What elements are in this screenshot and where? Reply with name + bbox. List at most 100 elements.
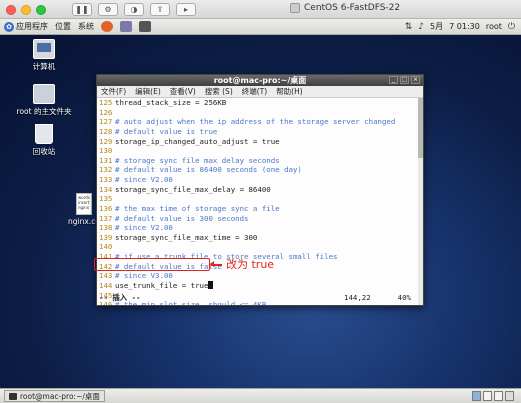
workspace-1[interactable] (472, 391, 481, 401)
config-comment: # default value is 300 seconds (115, 213, 249, 223)
line-number: 129 (99, 136, 113, 146)
config-comment: # default value is 86400 seconds (one da… (115, 165, 302, 175)
cursor-position: 144,22 (344, 293, 371, 302)
line-number: 138 (99, 223, 113, 233)
annotation-highlight-box (94, 258, 210, 271)
guest-top-panel: ✿ 应用程序 位置 系统 ⇅ ♪ 5月 7 01:30 root ⏻ (0, 19, 521, 35)
desktop-icon-computer[interactable]: 计算机 (14, 39, 74, 72)
terminal-line: 133 # since V2.00 (97, 175, 423, 185)
config-comment: # since V3.00 (115, 271, 173, 281)
computer-icon (33, 39, 55, 59)
vim-mode: -- 插入 -- (99, 293, 141, 302)
terminal-line: 144 use_trunk_file = true (97, 280, 423, 291)
line-number: 128 (99, 126, 113, 136)
pause-vm-icon[interactable]: ❚❚ (72, 3, 92, 16)
terminal-line: 143 # since V3.00 (97, 271, 423, 281)
config-comment: # storage sync file max delay seconds (115, 155, 280, 165)
firefox-launcher-icon[interactable] (101, 21, 113, 32)
close-window-button[interactable] (6, 5, 16, 15)
guest-taskbar: root@mac-pro:~/桌面 (0, 388, 521, 403)
file-percent: 40% (397, 293, 411, 302)
menu-terminal[interactable]: 终端(T) (242, 86, 267, 97)
arrow-icon[interactable]: ▸ (176, 3, 196, 16)
terminal-line: 126 (97, 108, 423, 118)
line-number: 140 (99, 242, 113, 252)
mail-launcher-icon[interactable] (120, 21, 132, 32)
share-icon[interactable]: ⇪ (150, 3, 170, 16)
config-text: storage_sync_file_max_time = 300 (115, 232, 258, 242)
menu-help[interactable]: 帮助(H) (276, 86, 303, 97)
terminal-line: 135 (97, 194, 423, 204)
terminal-line: 132 # default value is 86400 seconds (one… (97, 165, 423, 175)
terminal-line: 136 # the max time of storage sync a file (97, 204, 423, 214)
volume-icon[interactable]: ♪ (418, 22, 424, 32)
terminal-line: 131 # storage sync file max delay seconds (97, 156, 423, 166)
line-number: 130 (99, 146, 113, 156)
home-folder-icon (33, 84, 55, 104)
terminal-line: 134 storage_sync_file_max_delay = 86400 (97, 185, 423, 195)
applications-menu[interactable]: ✿ 应用程序 (4, 21, 48, 32)
menu-edit[interactable]: 编辑(E) (135, 86, 161, 97)
line-number: 134 (99, 184, 113, 194)
line-number: 133 (99, 175, 113, 184)
desktop-icon-home[interactable]: root 的主文件夹 (14, 84, 74, 117)
taskbar-terminal-item[interactable]: root@mac-pro:~/桌面 (4, 390, 105, 402)
terminal-line: 129 storage_ip_changed_auto_adjust = true (97, 137, 423, 147)
snapshot-icon[interactable]: ◑ (124, 3, 144, 16)
wrench-icon[interactable]: ⚙ (98, 3, 118, 16)
terminal-line: 125 thread_stack_size = 256KB (97, 98, 423, 108)
network-icon[interactable]: ⇅ (405, 22, 413, 32)
menu-view[interactable]: 查看(V) (170, 86, 196, 97)
config-text: use_trunk_file = true (115, 280, 209, 290)
terminal-icon (9, 392, 17, 400)
fullscreen-window-button[interactable] (36, 5, 46, 15)
line-number: 126 (99, 107, 113, 117)
workspace-3[interactable] (494, 391, 503, 401)
config-text: storage_sync_file_max_delay = 86400 (115, 184, 271, 194)
panel-clock[interactable]: 7 01:30 (449, 22, 480, 31)
line-number: 136 (99, 203, 113, 213)
menu-search[interactable]: 搜索 (S) (205, 86, 233, 97)
terminal-line: 130 (97, 146, 423, 156)
terminal-launcher-icon[interactable] (139, 21, 151, 32)
config-text: storage_ip_changed_auto_adjust = true (115, 136, 280, 146)
line-number: 139 (99, 232, 113, 242)
host-titlebar: ❚❚ ⚙ ◑ ⇪ ▸ CentOS 6-FastDFS-22 (0, 0, 521, 19)
panel-user[interactable]: root (486, 22, 502, 31)
terminal-menubar: 文件(F) 编辑(E) 查看(V) 搜索 (S) 终端(T) 帮助(H) (97, 86, 423, 98)
workspace-2[interactable] (483, 391, 492, 401)
minimize-window-button[interactable] (21, 5, 31, 15)
text-cursor (208, 280, 214, 289)
config-comment: # auto adjust when the ip address of the… (115, 117, 396, 127)
vim-status-line: -- 插入 -- 144,22 40% (99, 293, 419, 303)
places-menu[interactable]: 位置 (55, 21, 71, 32)
annotation-arrow (210, 261, 222, 267)
annotation-text: 改为 true (226, 258, 275, 271)
line-number: 131 (99, 155, 113, 165)
desktop-icon-trash[interactable]: 回收站 (14, 124, 74, 157)
terminal-scrollbar[interactable] (418, 98, 423, 305)
terminal-titlebar[interactable]: root@mac-pro:~/桌面 _ □ × (97, 75, 423, 86)
scrollbar-thumb[interactable] (418, 98, 423, 158)
terminal-content[interactable]: 125 thread_stack_size = 256KB 126 127 # auto… (97, 98, 423, 305)
line-number: 143 (99, 271, 113, 281)
trash-applet-icon[interactable] (505, 391, 514, 401)
menu-file[interactable]: 文件(F) (101, 86, 126, 97)
line-number: 125 (99, 98, 113, 107)
terminal-minimize-button[interactable]: _ (389, 76, 398, 84)
line-number: 132 (99, 165, 113, 175)
text-document-icon: words insert nginx (76, 193, 92, 215)
terminal-line: 140 (97, 242, 423, 252)
config-comment: # the max time of storage sync a file (115, 203, 280, 213)
line-number: 144 (99, 280, 113, 290)
system-menu[interactable]: 系统 (78, 21, 94, 32)
host-window-title: CentOS 6-FastDFS-22 (290, 3, 400, 13)
panel-date: 5月 (430, 22, 444, 31)
vm-icon (290, 3, 300, 13)
config-comment: # since V2.00 (115, 175, 173, 184)
line-number: 127 (99, 117, 113, 127)
terminal-close-button[interactable]: × (411, 76, 420, 84)
terminal-maximize-button[interactable]: □ (400, 76, 409, 84)
power-icon[interactable]: ⏻ (508, 22, 515, 32)
terminal-line: 127 # auto adjust when the ip address of … (97, 117, 423, 127)
